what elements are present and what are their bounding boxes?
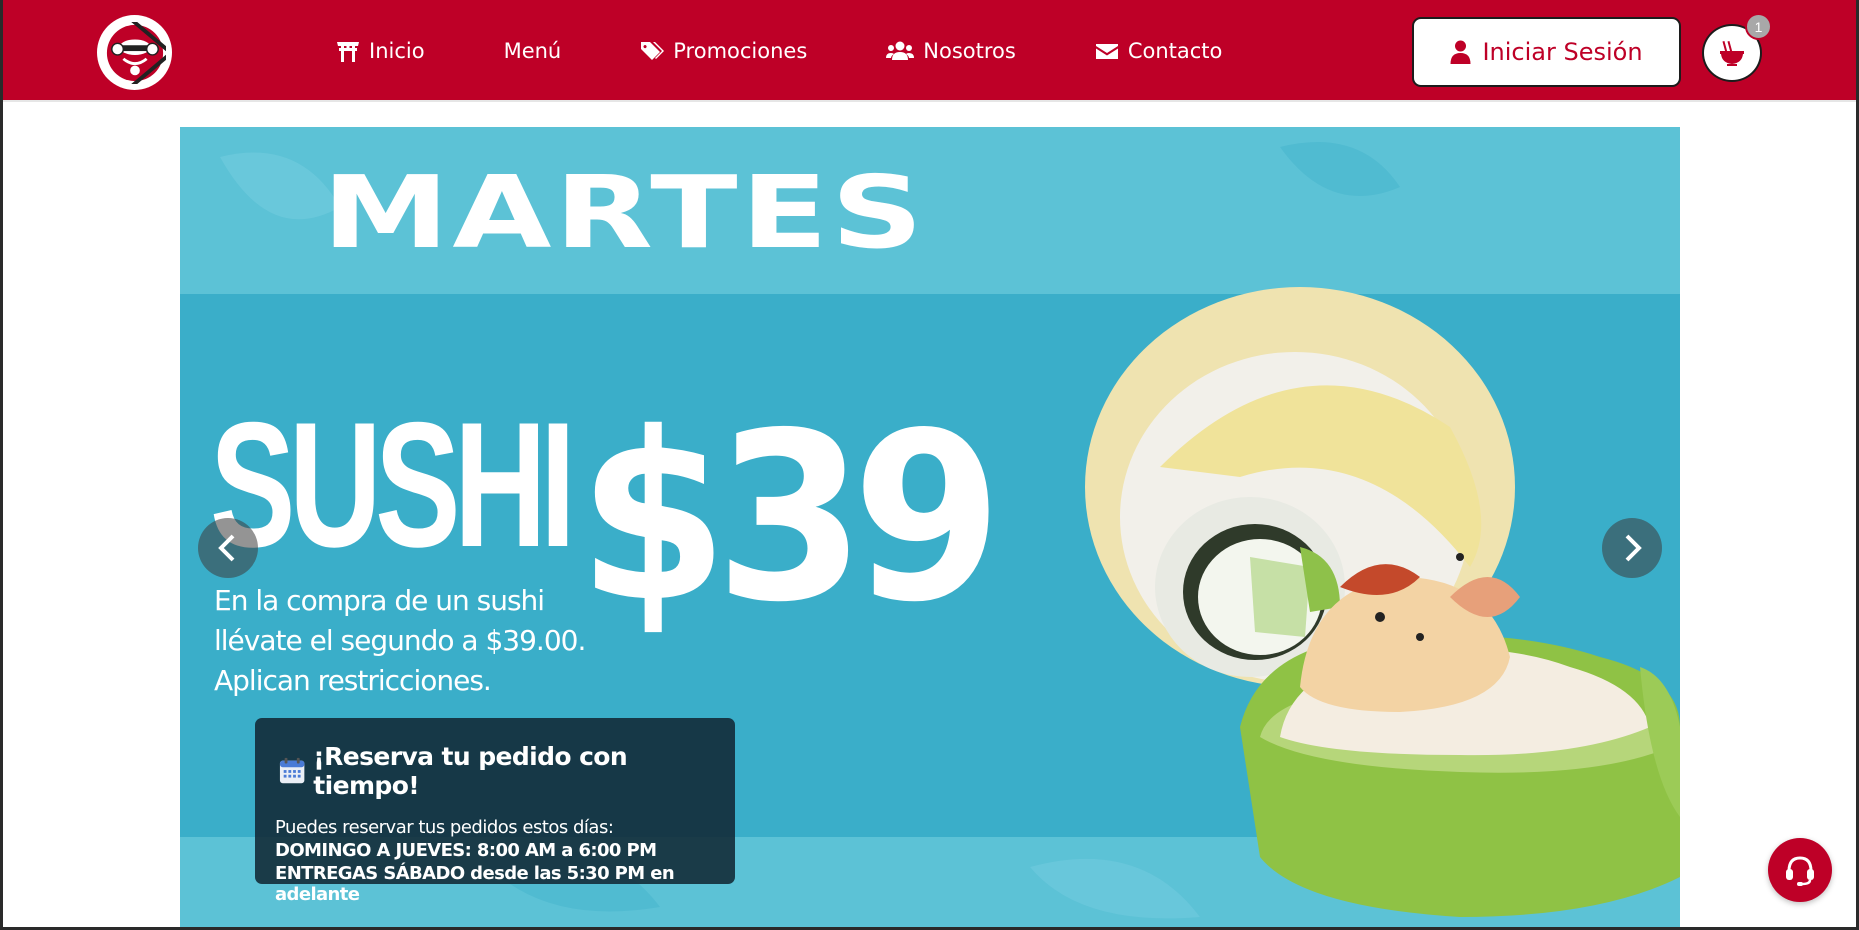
users-icon xyxy=(886,41,915,60)
headset-icon xyxy=(1786,856,1814,886)
nav-item-contacto[interactable]: Contacto xyxy=(1095,39,1223,63)
slide-promo-line: En la compra de un sushi xyxy=(214,584,545,617)
chevron-right-icon xyxy=(1625,534,1642,562)
slide-promo-line: Aplican restricciones. xyxy=(214,664,492,697)
reservation-schedule-line: ENTREGAS SÁBADO desde las 5:30 PM en ade… xyxy=(275,863,675,905)
calendar-icon xyxy=(279,757,305,784)
reservation-schedule-line: DOMINGO A JUEVES: 8:00 AM a 6:00 PM xyxy=(275,840,657,861)
slide-day-heading: MARTES xyxy=(322,155,927,272)
cart-count-badge: 1 xyxy=(1745,13,1772,40)
slide-product-heading: SUSHI xyxy=(210,385,576,584)
user-icon xyxy=(1450,40,1471,64)
carousel-next-button[interactable] xyxy=(1602,518,1662,578)
nav-item-label: Inicio xyxy=(369,39,425,63)
nav-item-inicio[interactable]: Inicio xyxy=(336,39,425,63)
slide-price: $39 xyxy=(578,383,1002,653)
nav-item-nosotros[interactable]: Nosotros xyxy=(886,39,1016,63)
nav-item-label: Nosotros xyxy=(923,39,1016,63)
carousel-prev-button[interactable] xyxy=(198,518,258,578)
brand-logo[interactable] xyxy=(97,15,172,90)
login-button[interactable]: Iniciar Sesión xyxy=(1412,17,1681,87)
chevron-left-icon xyxy=(218,534,235,562)
tags-icon xyxy=(641,42,665,60)
login-button-label: Iniciar Sesión xyxy=(1482,38,1643,66)
reservation-subtitle: Puedes reservar tus pedidos estos días: xyxy=(275,817,614,838)
sushi-roll-image xyxy=(1085,287,1680,917)
nav-item-menu[interactable]: Menú xyxy=(504,39,562,63)
torii-gate-icon xyxy=(337,42,359,62)
reservation-title-row: ¡Reserva tu pedido con tiempo! xyxy=(279,742,715,800)
main-nav: Inicio Menú Promociones Nosotros Contact… xyxy=(336,0,1222,102)
reservation-title: ¡Reserva tu pedido con tiempo! xyxy=(313,742,628,800)
slide-promo-line: llévate el segundo a $39.00. xyxy=(214,624,586,657)
top-navbar: Inicio Menú Promociones Nosotros Contact… xyxy=(0,0,1859,102)
reservation-info-card: ¡Reserva tu pedido con tiempo! Puedes re… xyxy=(255,718,735,905)
envelope-icon xyxy=(1095,44,1118,59)
support-chat-button[interactable] xyxy=(1768,838,1832,902)
ramen-bowl-icon xyxy=(1720,40,1744,66)
nav-item-promociones[interactable]: Promociones xyxy=(640,39,807,63)
nav-item-label: Contacto xyxy=(1127,39,1223,63)
sushi-restaurant-logo-icon xyxy=(106,21,166,84)
nav-item-label: Promociones xyxy=(673,39,808,63)
nav-item-label: Menú xyxy=(503,39,562,63)
slide-promo-text: En la compra de un sushi llévate el segu… xyxy=(214,581,586,701)
